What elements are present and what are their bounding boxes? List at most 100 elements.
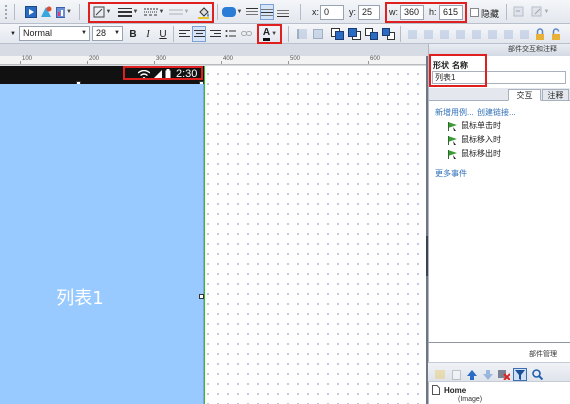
send-back-icon[interactable] bbox=[347, 26, 361, 42]
border-color-icon[interactable]: ▼ bbox=[92, 4, 112, 20]
event-item[interactable]: 鼠标单击时 bbox=[447, 120, 501, 131]
event-label: 鼠标移入时 bbox=[461, 135, 501, 144]
send-backward-icon[interactable] bbox=[381, 26, 395, 42]
h-label: h: bbox=[429, 7, 437, 17]
w-label: w: bbox=[389, 7, 398, 17]
list-widget-label: 列表1 bbox=[56, 288, 104, 309]
toolbar-separator bbox=[217, 4, 218, 20]
event-item[interactable]: 鼠标移出时 bbox=[447, 148, 501, 159]
w-field[interactable]: 360 bbox=[400, 5, 424, 20]
ruler-tick-label: 100 bbox=[22, 56, 33, 62]
align-objects-center-icon[interactable] bbox=[312, 26, 324, 42]
device-status-bar: 2:30 bbox=[0, 66, 204, 86]
widget-name-input[interactable]: 列表1 bbox=[432, 71, 566, 84]
border-style-icon[interactable]: ▼ bbox=[142, 4, 166, 20]
align-right-icon[interactable] bbox=[209, 26, 221, 42]
italic-button[interactable]: I bbox=[143, 26, 153, 42]
toolbar-top: ▼ ▼ ▼ ▼ ▼ ▼ x: 0 y: 25 w: 360 h: 615 隐藏 … bbox=[0, 0, 570, 24]
status-time: 2:30 bbox=[176, 68, 198, 80]
y-field[interactable]: 25 bbox=[358, 5, 380, 20]
x-field[interactable]: 0 bbox=[320, 5, 344, 20]
align-left-icon[interactable] bbox=[178, 26, 190, 42]
align-objects-left-icon[interactable] bbox=[296, 26, 308, 42]
ruler-tick bbox=[221, 61, 222, 64]
bold-button[interactable]: B bbox=[128, 26, 138, 42]
generate-icon[interactable]: ▼ bbox=[56, 4, 72, 20]
style-caret-icon[interactable]: ▼ bbox=[10, 26, 16, 42]
align-middle-objects-icon[interactable] bbox=[470, 26, 482, 42]
bring-front-icon[interactable] bbox=[330, 26, 344, 42]
font-size-value: 28 bbox=[96, 28, 107, 38]
delete-icon[interactable] bbox=[497, 368, 511, 381]
hide-label: 隐藏 bbox=[481, 9, 500, 19]
align-center-icon[interactable] bbox=[192, 26, 206, 42]
lock-icon[interactable] bbox=[534, 26, 546, 42]
tab-interaction[interactable]: 交互 bbox=[508, 89, 541, 101]
preview-icon[interactable] bbox=[24, 4, 37, 20]
h-field[interactable]: 615 bbox=[439, 5, 463, 20]
add-folder-icon[interactable] bbox=[433, 368, 447, 381]
border-width-icon[interactable]: ▼ bbox=[117, 4, 139, 20]
tree-item-image[interactable]: (Image) bbox=[458, 396, 482, 403]
distribute-left-icon[interactable] bbox=[406, 26, 418, 42]
shape-label: 形状 bbox=[433, 61, 449, 70]
distribute-vertical-icon[interactable] bbox=[518, 26, 530, 42]
font-style-select[interactable]: Normal ▼ bbox=[19, 26, 90, 41]
ruler-tick-label: 200 bbox=[89, 56, 100, 62]
move-down-icon[interactable] bbox=[481, 368, 495, 381]
add-page-icon[interactable] bbox=[449, 368, 463, 381]
hide-checkbox[interactable] bbox=[470, 4, 479, 20]
ruler-tick bbox=[87, 61, 88, 64]
tab-notes[interactable]: 注释 bbox=[542, 89, 569, 101]
arrow-style-icon[interactable]: ▼ bbox=[168, 4, 190, 20]
publish-icon[interactable] bbox=[40, 4, 53, 20]
distribute-right-icon[interactable] bbox=[438, 26, 450, 42]
tree-item-home[interactable]: Home bbox=[432, 385, 466, 395]
ruler-tick-label: 600 bbox=[370, 56, 381, 62]
font-style-value: Normal bbox=[23, 28, 53, 38]
align-top-objects-icon[interactable] bbox=[454, 26, 466, 42]
toolbar-separator bbox=[400, 26, 401, 42]
distribute-horizontal-icon[interactable] bbox=[502, 26, 514, 42]
interaction-redo-icon[interactable]: ▼ bbox=[530, 4, 550, 20]
interaction-panel: 部件交互和注释 形状 名称 列表1 交互 注释 新增用例... 创建链接... … bbox=[428, 44, 570, 342]
page-icon bbox=[432, 385, 440, 395]
y-label: y: bbox=[349, 7, 357, 17]
align-bottom-objects-icon[interactable] bbox=[486, 26, 498, 42]
align-middle-icon[interactable] bbox=[260, 4, 274, 20]
battery-icon bbox=[165, 69, 171, 80]
create-link-link[interactable]: 创建链接... bbox=[477, 107, 516, 118]
interaction-panel-title: 部件交互和注释 bbox=[429, 44, 570, 56]
toolbar-grip bbox=[2, 4, 10, 20]
toolbar-separator bbox=[506, 4, 507, 20]
search-icon[interactable] bbox=[530, 368, 544, 381]
link-icon[interactable] bbox=[240, 26, 252, 42]
bullet-list-icon[interactable] bbox=[224, 26, 236, 42]
bring-forward-icon[interactable] bbox=[364, 26, 378, 42]
distribute-center-icon[interactable] bbox=[422, 26, 434, 42]
list-widget[interactable]: 列表1 bbox=[0, 84, 204, 404]
font-color-button[interactable]: A ▼ bbox=[261, 26, 279, 42]
align-top-icon[interactable] bbox=[246, 4, 258, 20]
toolbar-format: ▼ Normal ▼ 28 ▼ B I U A ▼ bbox=[0, 24, 570, 44]
interaction-undo-icon[interactable] bbox=[512, 4, 526, 20]
design-canvas[interactable]: 2:30 列表1 bbox=[0, 66, 426, 404]
event-item[interactable]: 鼠标移入时 bbox=[447, 134, 501, 145]
event-flag-icon bbox=[448, 149, 457, 159]
ruler-tick bbox=[288, 61, 289, 64]
fill-color-icon[interactable] bbox=[194, 4, 212, 20]
more-events-link[interactable]: 更多事件 bbox=[435, 168, 467, 179]
ruler-tick-label: 300 bbox=[156, 56, 167, 62]
underline-button[interactable]: U bbox=[158, 26, 168, 42]
align-bottom-icon[interactable] bbox=[277, 4, 289, 20]
ruler-tick-label: 400 bbox=[223, 56, 234, 62]
filter-icon[interactable] bbox=[513, 368, 527, 381]
unlock-icon[interactable] bbox=[550, 26, 562, 42]
event-flag-icon bbox=[448, 135, 457, 145]
event-flag-icon bbox=[448, 121, 457, 131]
new-use-case-link[interactable]: 新增用例... bbox=[435, 107, 474, 118]
ruler-tick bbox=[368, 61, 369, 64]
shape-fill-icon[interactable]: ▼ bbox=[221, 4, 243, 20]
move-up-icon[interactable] bbox=[465, 368, 479, 381]
font-size-select[interactable]: 28 ▼ bbox=[92, 26, 123, 41]
